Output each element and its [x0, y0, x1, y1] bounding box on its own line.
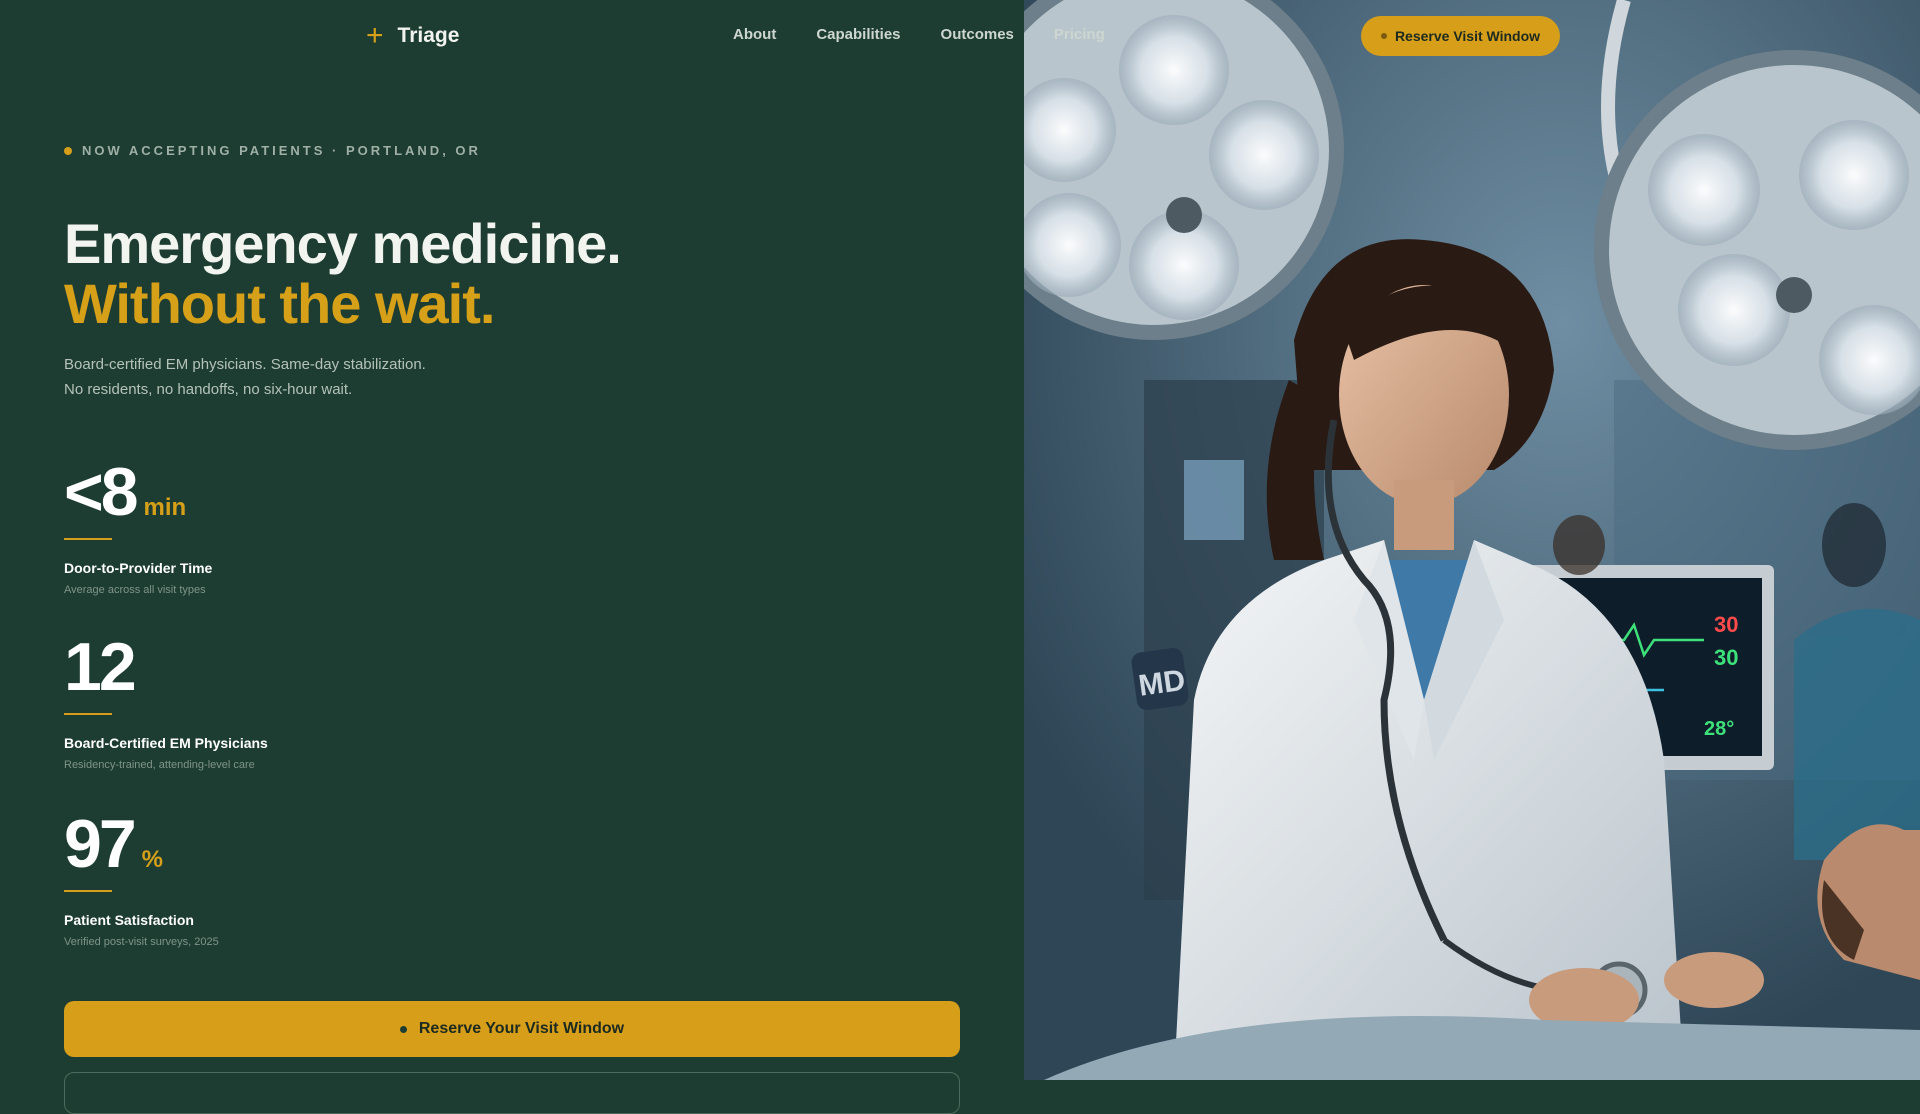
page-headline: Emergency medicine. Without the wait. — [64, 212, 622, 335]
hero-image-doctor: 30 30 28° MD — [1024, 0, 1920, 1080]
reserve-your-visit-button[interactable]: Reserve Your Visit Window — [64, 1001, 960, 1057]
stat-note: Verified post-visit surveys, 2025 — [64, 936, 219, 948]
dot-icon — [1380, 33, 1387, 39]
md-badge-text: MD — [1137, 664, 1188, 703]
reserve-visit-button[interactable]: Reserve Visit Window — [1361, 16, 1560, 56]
subtext-line-1: Board-certified EM physicians. Same-day … — [64, 356, 426, 373]
nav-outcomes[interactable]: Outcomes — [941, 26, 1014, 43]
plus-icon: + — [366, 19, 384, 52]
stat-label: Patient Satisfaction — [64, 912, 194, 928]
status-dot-icon — [64, 146, 72, 155]
nav-links: About Capabilities Outcomes Pricing — [733, 26, 1145, 43]
headline-line-1: Emergency medicine. — [64, 212, 622, 275]
reserve-your-visit-label: Reserve Your Visit Window — [418, 1020, 625, 1037]
nav-about[interactable]: About — [733, 26, 776, 43]
dot-icon — [399, 1025, 407, 1033]
stat-satisfaction: 97 % Patient Satisfaction Verified post-… — [64, 810, 219, 948]
monitor-reading-1: 30 — [1714, 612, 1738, 637]
brand-name: Triage — [397, 24, 460, 47]
stat-unit: % — [141, 846, 163, 873]
nav-capabilities[interactable]: Capabilities — [816, 26, 900, 43]
stat-unit: min — [143, 494, 187, 521]
availability-eyebrow: NOW ACCEPTING PATIENTS · PORTLAND, OR — [64, 143, 481, 158]
stat-note: Average across all visit types — [64, 584, 206, 596]
headline-line-2: Without the wait. — [64, 272, 495, 335]
stat-physicians: 12 Board-Certified EM Physicians Residen… — [64, 633, 268, 771]
stat-label: Door-to-Provider Time — [64, 560, 213, 576]
stat-value: 12 — [64, 629, 137, 705]
stat-label: Board-Certified EM Physicians — [64, 735, 268, 751]
stat-divider — [64, 713, 112, 715]
monitor-reading-3: 28° — [1704, 718, 1734, 740]
stat-note: Residency-trained, attending-level care — [64, 759, 255, 771]
reserve-visit-label: Reserve Visit Window — [1394, 28, 1541, 44]
stat-door-to-provider: <8 min Door-to-Provider Time Average acr… — [64, 458, 212, 596]
nav-pricing[interactable]: Pricing — [1054, 26, 1105, 43]
doctor-illustration: 30 30 28° MD — [1024, 0, 1920, 1080]
stat-value: 97 — [64, 806, 137, 882]
brand-logo[interactable]: + Triage — [366, 20, 459, 52]
secondary-button[interactable] — [64, 1072, 960, 1114]
monitor-reading-2: 30 — [1714, 645, 1738, 670]
stat-divider — [64, 538, 112, 540]
stat-value: <8 — [64, 454, 139, 530]
hero-subtext: Board-certified EM physicians. Same-day … — [64, 352, 426, 402]
subtext-line-2: No residents, no handoffs, no six-hour w… — [64, 381, 353, 398]
stat-divider — [64, 890, 112, 892]
eyebrow-text: NOW ACCEPTING PATIENTS · PORTLAND, OR — [82, 143, 481, 158]
top-nav: + Triage About Capabilities Outcomes Pri… — [0, 0, 1920, 72]
